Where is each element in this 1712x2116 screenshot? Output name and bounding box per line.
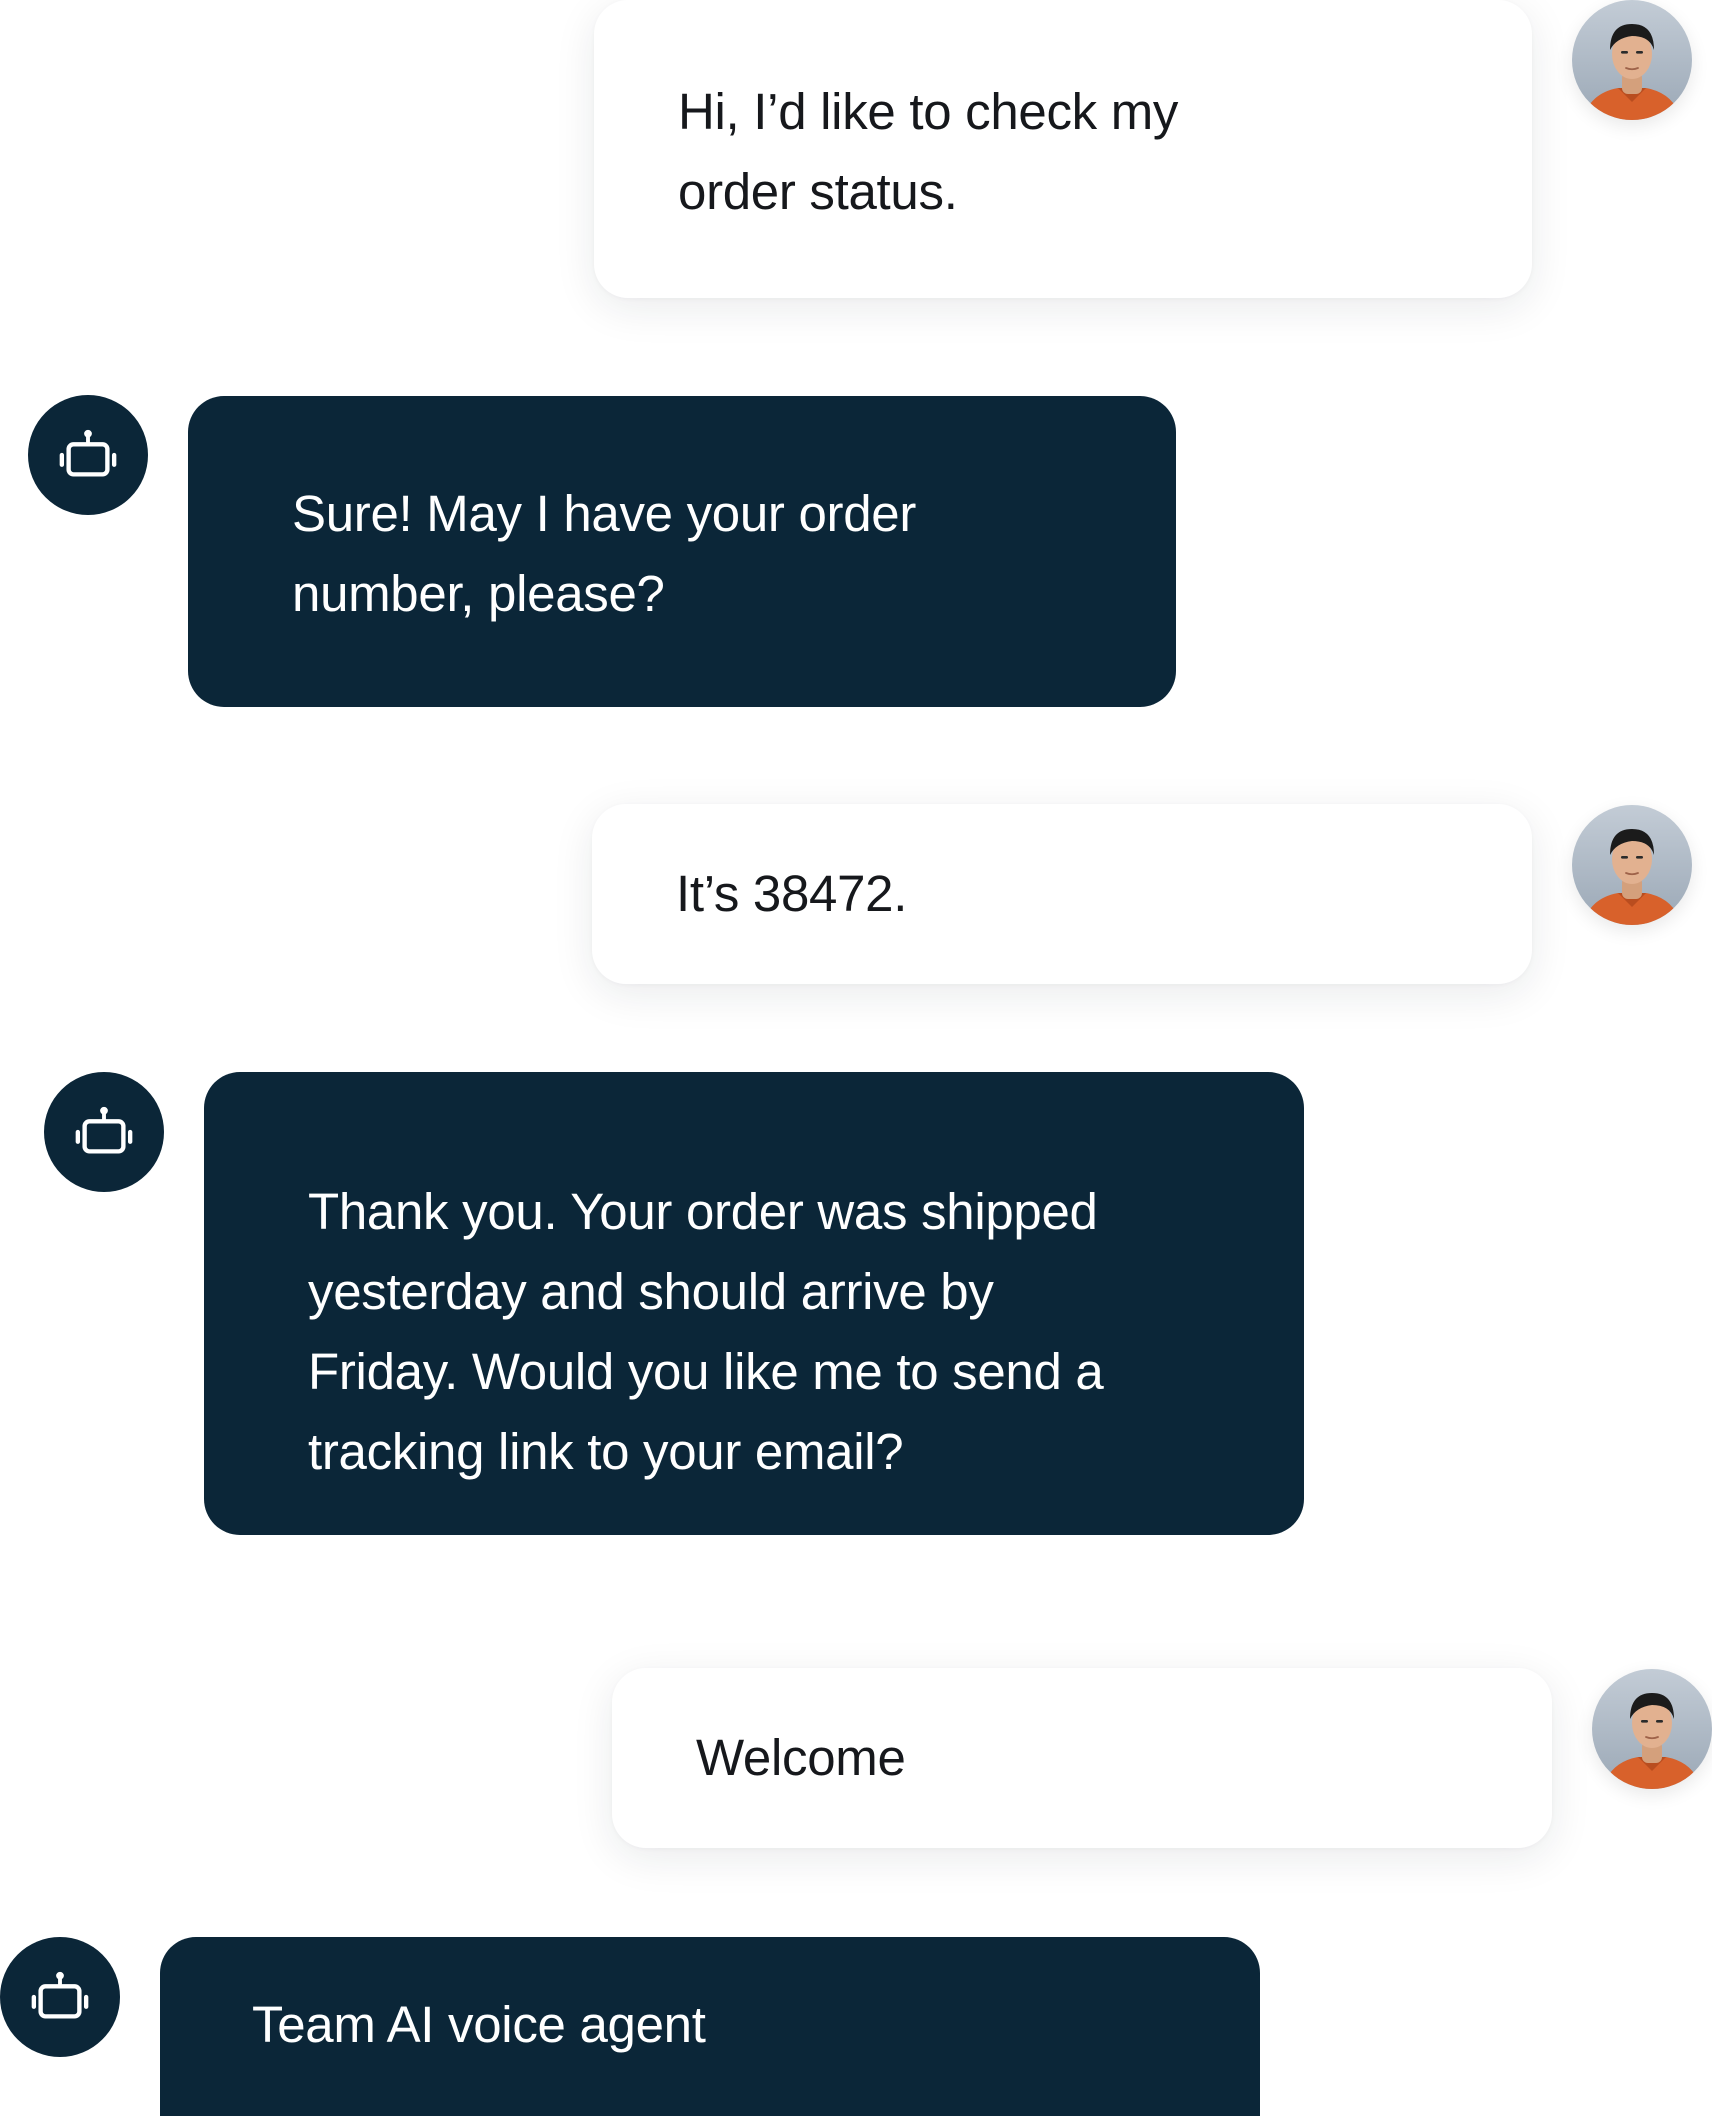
agent-message-text: Sure! May I have your order number, plea… (292, 485, 917, 622)
user-message-text: Hi, I’d like to check my order status. (678, 83, 1179, 220)
user-avatar-photo-icon (1572, 805, 1692, 925)
agent-avatar (28, 395, 148, 515)
user-message-bubble: Welcome (612, 1668, 1552, 1848)
user-avatar (1592, 1669, 1712, 1789)
user-avatar (1572, 805, 1692, 925)
user-avatar-photo-icon (1572, 0, 1692, 120)
user-avatar (1572, 0, 1692, 120)
agent-avatar (44, 1072, 164, 1192)
user-avatar-photo-icon (1592, 1669, 1712, 1789)
robot-icon (29, 1966, 91, 2028)
agent-message-text: Thank you. Your order was shipped yester… (308, 1183, 1104, 1480)
robot-icon (57, 424, 119, 486)
user-message-text: It’s 38472. (676, 865, 908, 922)
agent-avatar (0, 1937, 120, 2057)
agent-message-bubble: Thank you. Your order was shipped yester… (204, 1072, 1304, 1535)
user-message-bubble: It’s 38472. (592, 804, 1532, 984)
user-message-text: Welcome (696, 1729, 906, 1786)
agent-message-bubble: Team AI voice agent (160, 1937, 1260, 2116)
agent-message-bubble: Sure! May I have your order number, plea… (188, 396, 1176, 707)
agent-message-text: Team AI voice agent (252, 1996, 706, 2053)
robot-icon (73, 1101, 135, 1163)
user-message-bubble: Hi, I’d like to check my order status. (594, 0, 1532, 298)
